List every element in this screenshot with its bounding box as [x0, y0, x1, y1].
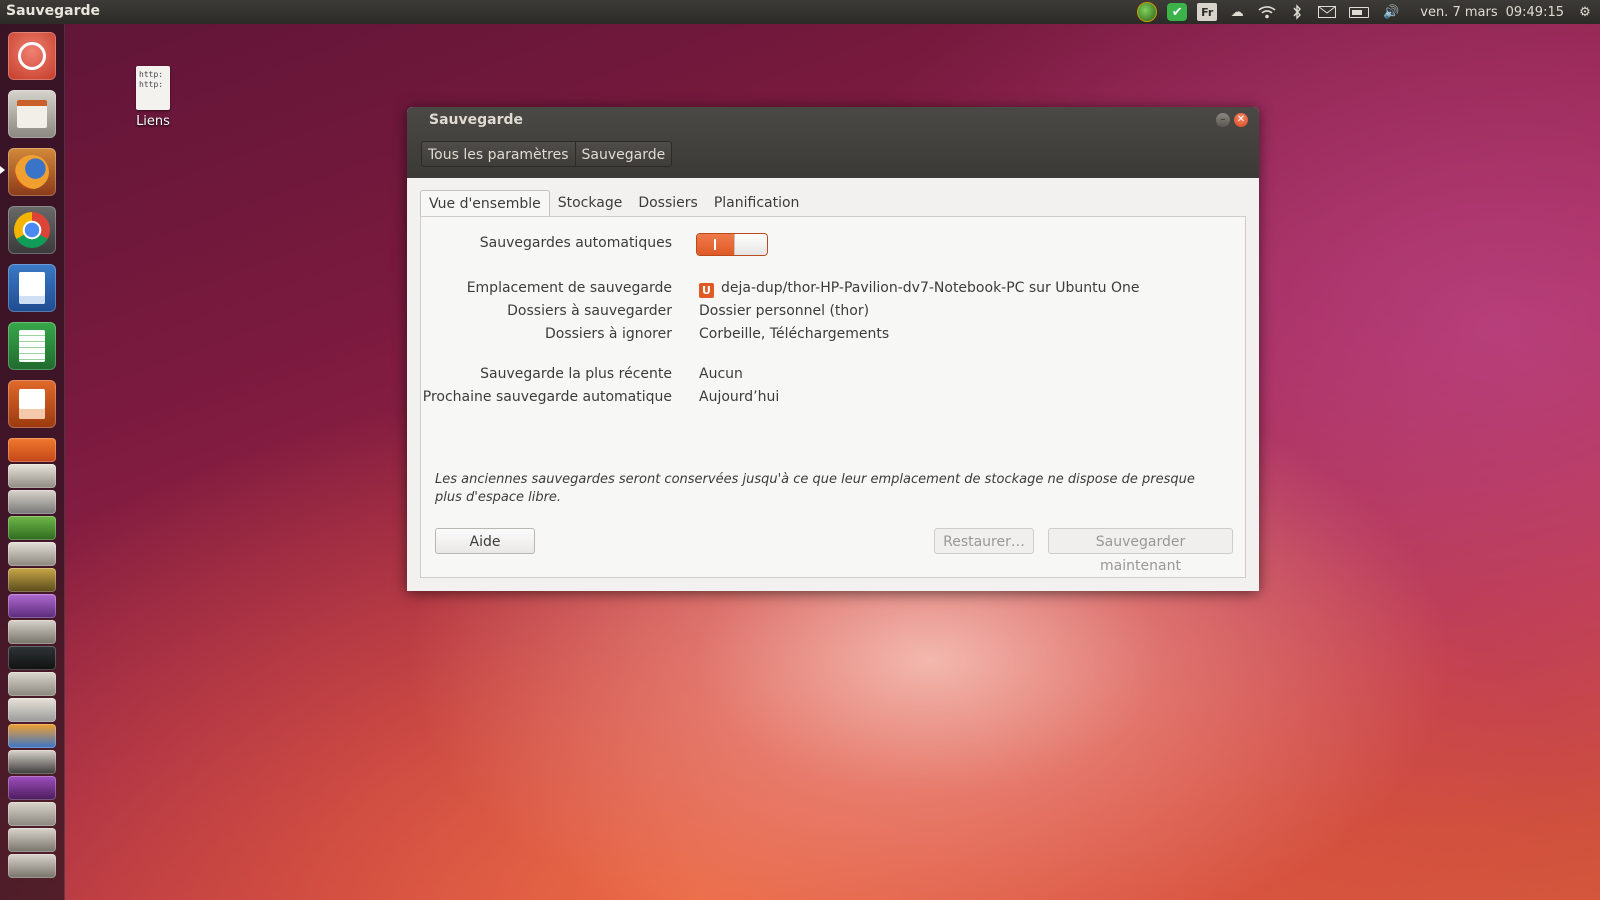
- libreoffice-writer-icon[interactable]: [8, 264, 56, 312]
- window-title: Sauvegarde: [429, 112, 524, 128]
- launcher-stacked-app-icon[interactable]: [8, 724, 56, 748]
- cloud-icon[interactable]: ☁: [1227, 3, 1247, 21]
- minimize-button[interactable]: –: [1216, 113, 1230, 127]
- launcher-stacked-app-icon[interactable]: [8, 750, 56, 774]
- top-panel: Sauvegarde ✔ Fr ☁ 🔊 ven. 7 mars 09:49:15 …: [0, 0, 1600, 24]
- help-button[interactable]: Aide: [435, 528, 535, 554]
- running-indicator-icon: [0, 166, 5, 174]
- folders-to-ignore-label: Dossiers à ignorer: [545, 326, 672, 342]
- launcher-stacked-app-icon[interactable]: [8, 542, 56, 566]
- auto-backups-label: Sauvegardes automatiques: [479, 235, 672, 251]
- tab-overview[interactable]: Vue d'ensemble: [420, 190, 550, 218]
- wifi-icon[interactable]: [1257, 3, 1277, 21]
- folders-to-ignore-value: Corbeille, Téléchargements: [699, 326, 890, 342]
- system-tray: ✔ Fr ☁ 🔊 ven. 7 mars 09:49:15 ⚙: [1132, 0, 1600, 24]
- launcher-stacked-app-icon[interactable]: [8, 672, 56, 696]
- overview-panel: Sauvegardes automatiques Emplacement de …: [420, 216, 1246, 578]
- last-backup-label: Sauvegarde la plus récente: [480, 366, 672, 382]
- restore-button[interactable]: Restaurer…: [934, 528, 1034, 554]
- libreoffice-impress-icon[interactable]: [8, 380, 56, 428]
- launcher-stacked-app-icon[interactable]: [8, 490, 56, 514]
- launcher-stacked-app-icon[interactable]: [8, 464, 56, 488]
- backup-location-value: deja-dup/thor-HP-Pavilion-dv7-Notebook-P…: [721, 280, 1140, 296]
- tab-folders[interactable]: Dossiers: [630, 190, 706, 216]
- dash-home-icon[interactable]: [8, 32, 56, 80]
- update-check-icon[interactable]: ✔: [1167, 3, 1188, 21]
- breadcrumb: Tous les paramètres Sauvegarde: [421, 141, 673, 167]
- mail-icon[interactable]: [1317, 3, 1337, 21]
- launcher-stacked-app-icon[interactable]: [8, 698, 56, 722]
- breadcrumb-all-settings[interactable]: Tous les paramètres: [421, 141, 576, 167]
- terminal-icon[interactable]: [8, 646, 56, 670]
- backup-window: Sauvegarde – ✕ Tous les paramètres Sauve…: [407, 107, 1259, 591]
- launcher-stacked-app-icon[interactable]: [8, 854, 56, 878]
- window-content: Vue d'ensemble Stockage Dossiers Planifi…: [407, 178, 1259, 591]
- ubuntu-one-icon: U: [699, 283, 714, 298]
- launcher-stacked-app-icon[interactable]: [8, 802, 56, 826]
- desktop-icon-label: Liens: [136, 114, 170, 129]
- auto-backups-toggle[interactable]: [696, 233, 768, 256]
- window-titlebar[interactable]: Sauvegarde – ✕ Tous les paramètres Sauve…: [407, 107, 1259, 178]
- text-file-icon: http: http:: [136, 66, 170, 110]
- active-app-title: Sauvegarde: [6, 3, 101, 19]
- launcher-stacked-app-icon[interactable]: [8, 828, 56, 852]
- software-center-icon[interactable]: [8, 438, 56, 462]
- launcher-stacked-app-icon[interactable]: [8, 594, 56, 618]
- backup-location-label: Emplacement de sauvegarde: [466, 280, 672, 296]
- close-button[interactable]: ✕: [1234, 113, 1248, 127]
- folders-to-save-value: Dossier personnel (thor): [699, 303, 870, 319]
- chrome-icon[interactable]: [8, 206, 56, 254]
- tab-storage[interactable]: Stockage: [550, 190, 631, 216]
- clock-date: ven. 7 mars: [1420, 4, 1498, 20]
- globe-indicator-icon[interactable]: [1137, 2, 1158, 22]
- tab-bar: Vue d'ensemble Stockage Dossiers Planifi…: [420, 190, 807, 218]
- volume-icon[interactable]: 🔊: [1381, 3, 1401, 21]
- last-backup-value: Aucun: [699, 366, 743, 382]
- next-backup-label: Prochaine sauvegarde automatique: [422, 389, 672, 405]
- backup-now-button[interactable]: Sauvegarder maintenant: [1048, 528, 1233, 574]
- gear-icon[interactable]: ⚙: [1575, 3, 1595, 21]
- clock[interactable]: ven. 7 mars 09:49:15: [1412, 5, 1564, 20]
- battery-icon[interactable]: [1347, 3, 1371, 21]
- libreoffice-calc-icon[interactable]: [8, 322, 56, 370]
- launcher-stacked-app-icon[interactable]: [8, 620, 56, 644]
- next-backup-value: Aujourd’hui: [699, 389, 780, 405]
- breadcrumb-backup[interactable]: Sauvegarde: [575, 141, 673, 167]
- files-icon[interactable]: [8, 90, 56, 138]
- toggle-on-state: [697, 234, 734, 255]
- clock-time: 09:49:15: [1505, 4, 1564, 20]
- keyboard-layout-indicator[interactable]: Fr: [1197, 3, 1218, 21]
- desktop-icon-liens[interactable]: http: http: Liens: [128, 66, 178, 129]
- launcher-stacked-app-icon[interactable]: [8, 568, 56, 592]
- retention-note: Les anciennes sauvegardes seront conserv…: [435, 472, 1195, 505]
- folders-to-save-label: Dossiers à sauvegarder: [507, 303, 672, 319]
- bluetooth-icon[interactable]: [1287, 3, 1307, 21]
- toggle-knob: [734, 234, 767, 255]
- firefox-icon[interactable]: [8, 148, 56, 196]
- backup-location-value-row: Udeja-dup/thor-HP-Pavilion-dv7-Notebook-…: [699, 280, 1139, 298]
- launcher-stacked-app-icon[interactable]: [8, 776, 56, 800]
- tab-schedule[interactable]: Planification: [706, 190, 808, 216]
- launcher: [0, 24, 65, 900]
- launcher-stacked-app-icon[interactable]: [8, 516, 56, 540]
